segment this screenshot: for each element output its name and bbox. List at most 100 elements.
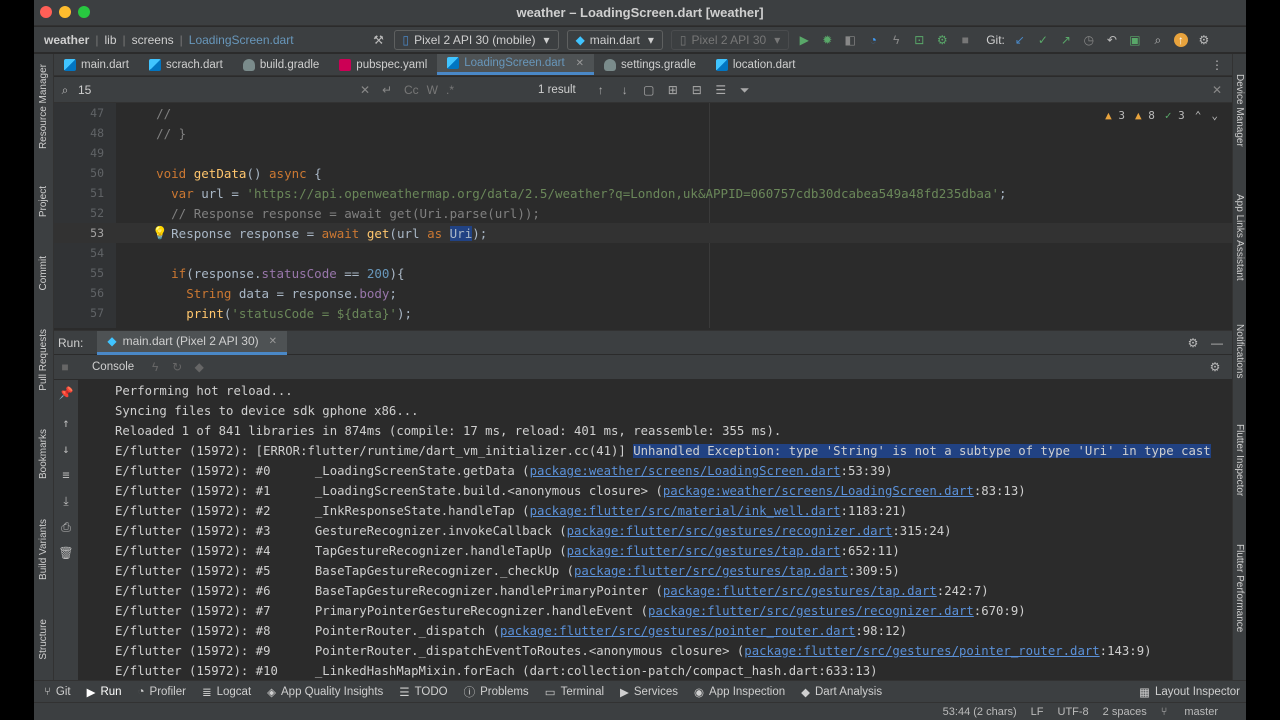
- run-icon[interactable]: ▶: [797, 33, 811, 47]
- select-all-occurrences-icon[interactable]: ▢: [642, 83, 656, 97]
- tab-settings-gradle[interactable]: settings.gradle: [594, 54, 706, 75]
- breadcrumb-screens[interactable]: screens: [132, 33, 174, 47]
- debug-icon[interactable]: ✹: [820, 33, 834, 47]
- console-tab[interactable]: Console: [92, 361, 134, 373]
- search-icon[interactable]: ⌕: [1151, 33, 1165, 47]
- stack-trace-link[interactable]: package:flutter/src/gestures/tap.dart: [574, 564, 848, 578]
- tool-window-problems[interactable]: ⓘ Problems: [464, 684, 529, 700]
- history-icon[interactable]: ◷: [1082, 33, 1096, 47]
- tool-window-layout-inspector[interactable]: ▦ Layout Inspector: [1139, 685, 1240, 699]
- print-icon[interactable]: ⎙: [59, 520, 73, 534]
- up-arrow-icon[interactable]: ↑: [59, 416, 73, 430]
- settings-icon[interactable]: ⚙: [1197, 33, 1211, 47]
- profile-icon[interactable]: ◔: [866, 33, 880, 47]
- filter-icon[interactable]: ⏷: [738, 83, 752, 97]
- new-line-icon[interactable]: ↵: [380, 83, 394, 97]
- bookmarks-tab[interactable]: Bookmarks: [38, 429, 49, 479]
- hot-restart-icon[interactable]: ↻: [170, 360, 184, 374]
- breadcrumb-file[interactable]: LoadingScreen.dart: [189, 33, 294, 47]
- stack-trace-link[interactable]: package:flutter/src/gestures/tap.dart: [567, 544, 841, 558]
- run-config-selector[interactable]: ◆ main.dart ▾: [566, 29, 663, 50]
- tool-window-dart-analysis[interactable]: ◆ Dart Analysis: [801, 685, 882, 699]
- build-variants-tab[interactable]: Build Variants: [38, 519, 49, 580]
- pull-requests-tab[interactable]: Pull Requests: [38, 329, 49, 391]
- notifications-tab[interactable]: Notifications: [1234, 324, 1245, 378]
- more-tabs-icon[interactable]: ⋮: [1210, 58, 1224, 72]
- tab-location-dart[interactable]: location.dart: [706, 54, 806, 75]
- device-manager-tab[interactable]: Device Manager: [1234, 74, 1245, 147]
- tool-window-git[interactable]: ⑂ Git: [44, 686, 71, 698]
- soft-wrap-icon[interactable]: ≡: [59, 468, 73, 482]
- next-occurrence-icon[interactable]: ↓: [618, 83, 632, 97]
- settings-icon[interactable]: ⚙: [1208, 360, 1222, 374]
- select-all-icon[interactable]: ☰: [714, 83, 728, 97]
- tool-window-terminal[interactable]: ▭ Terminal: [545, 685, 604, 699]
- git-push-icon[interactable]: ↗: [1059, 33, 1073, 47]
- git-commit-icon[interactable]: ✓: [1036, 33, 1050, 47]
- caret-position[interactable]: 53:44 (2 chars): [943, 706, 1017, 718]
- gear-icon[interactable]: ⚙: [1186, 336, 1200, 350]
- stack-trace-link[interactable]: package:flutter/src/gestures/recognizer.…: [648, 604, 974, 618]
- attach-debugger-icon[interactable]: ⚙: [935, 33, 949, 47]
- close-tab-icon[interactable]: ✕: [576, 58, 584, 69]
- hammer-icon[interactable]: ⚒: [372, 33, 386, 47]
- words-toggle[interactable]: W: [427, 83, 438, 97]
- trash-icon[interactable]: 🗑: [58, 546, 73, 560]
- breadcrumb-project[interactable]: weather: [44, 33, 89, 47]
- file-encoding[interactable]: UTF-8: [1058, 706, 1089, 718]
- stack-trace-link[interactable]: package:flutter/src/gestures/tap.dart: [663, 584, 937, 598]
- device-selector[interactable]: ▯ Pixel 2 API 30 (mobile) ▾: [393, 29, 559, 50]
- stack-trace-link[interactable]: package:flutter/src/gestures/pointer_rou…: [744, 644, 1099, 658]
- tab-main-dart[interactable]: main.dart: [54, 54, 139, 75]
- stack-trace-link[interactable]: package:flutter/src/gestures/recognizer.…: [567, 524, 893, 538]
- git-branch[interactable]: ⑂ master: [1161, 706, 1232, 718]
- find-input[interactable]: [78, 82, 358, 97]
- hot-reload-icon[interactable]: ϟ: [889, 33, 903, 47]
- tool-window-profiler[interactable]: ◔ Profiler: [138, 686, 186, 698]
- run-tab-main[interactable]: ◆ main.dart (Pixel 2 API 30) ✕: [97, 330, 288, 355]
- commit-tab[interactable]: Commit: [38, 256, 49, 290]
- coverage-icon[interactable]: ◧: [843, 33, 857, 47]
- code-editor[interactable]: ▲ 3 ▲ 8 ✓ 3 ⌃ ⌄ 47 // 48 // } 49 50 void…: [54, 103, 1232, 328]
- add-selection-icon[interactable]: ⊞: [666, 83, 680, 97]
- tab-loadingscreen-dart[interactable]: LoadingScreen.dart ✕: [437, 54, 595, 75]
- tool-window-services[interactable]: ▶ Services: [620, 685, 678, 699]
- device-mirror-icon[interactable]: ▣: [1128, 33, 1142, 47]
- match-case-toggle[interactable]: Cc: [404, 83, 419, 97]
- tool-window-run[interactable]: ▶ Run: [87, 685, 122, 699]
- resource-manager-tab[interactable]: Resource Manager: [38, 64, 49, 149]
- regex-toggle[interactable]: .*: [446, 83, 454, 97]
- stack-trace-link[interactable]: package:flutter/src/material/ink_well.da…: [530, 504, 841, 518]
- run-console[interactable]: 📌 ↑ ↓ ≡ ⤓ ⎙ 🗑 Performing hot reload... Sy…: [54, 380, 1232, 680]
- stack-trace-link[interactable]: package:weather/screens/LoadingScreen.da…: [530, 464, 841, 478]
- hot-reload-icon[interactable]: ϟ: [148, 360, 162, 374]
- git-update-icon[interactable]: ↙: [1013, 33, 1027, 47]
- avd-selector[interactable]: ▯ Pixel 2 API 30 ▾: [670, 29, 790, 50]
- line-separator[interactable]: LF: [1031, 706, 1044, 718]
- tab-scrach-dart[interactable]: scrach.dart: [139, 54, 233, 75]
- project-tab[interactable]: Project: [38, 186, 49, 217]
- close-find-icon[interactable]: ✕: [1210, 83, 1224, 97]
- tab-pubspec-yaml[interactable]: pubspec.yaml: [329, 54, 437, 75]
- breadcrumb-lib[interactable]: lib: [104, 33, 116, 47]
- structure-tab[interactable]: Structure: [38, 619, 49, 660]
- stack-trace-link[interactable]: package:flutter/src/gestures/pointer_rou…: [500, 624, 855, 638]
- tool-window-app-quality-insights[interactable]: ◈ App Quality Insights: [267, 685, 383, 699]
- close-tab-icon[interactable]: ✕: [269, 336, 277, 347]
- tab-build-gradle[interactable]: build.gradle: [233, 54, 329, 75]
- tool-window-app-inspection[interactable]: ◉ App Inspection: [694, 685, 785, 699]
- update-icon[interactable]: ↑: [1173, 32, 1188, 47]
- scroll-to-end-icon[interactable]: ⤓: [59, 494, 73, 508]
- stop-icon[interactable]: ■: [58, 360, 72, 374]
- tool-window-logcat[interactable]: ≣ Logcat: [202, 685, 251, 699]
- flutter-inspector-tab[interactable]: Flutter Inspector: [1234, 424, 1245, 496]
- flutter-performance-tab[interactable]: Flutter Performance: [1234, 544, 1245, 632]
- selected-exception-text[interactable]: Unhandled Exception: type 'String' is no…: [633, 444, 1211, 458]
- stack-trace-link[interactable]: package:weather/screens/LoadingScreen.da…: [663, 484, 974, 498]
- remove-selection-icon[interactable]: ⊟: [690, 83, 704, 97]
- devtools-icon[interactable]: ◆: [192, 360, 206, 374]
- tool-window-todo[interactable]: ☰ TODO: [399, 685, 447, 699]
- minimize-panel-icon[interactable]: —: [1210, 336, 1224, 350]
- rollback-icon[interactable]: ↶: [1105, 33, 1119, 47]
- stop-icon[interactable]: ■: [958, 33, 972, 47]
